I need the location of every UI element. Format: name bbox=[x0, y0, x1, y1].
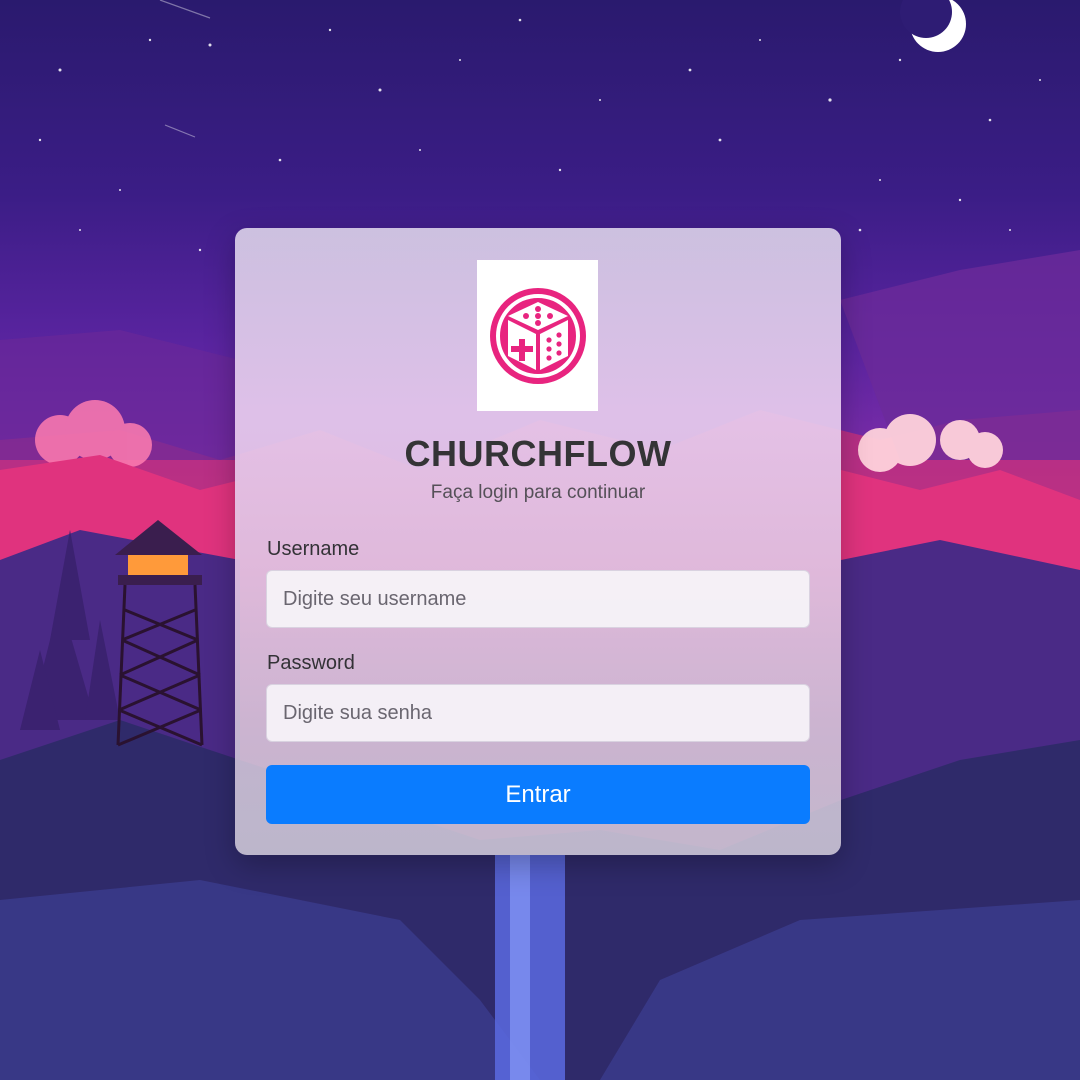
app-logo bbox=[477, 260, 598, 411]
username-input[interactable] bbox=[266, 570, 810, 628]
dice-plus-icon bbox=[489, 287, 586, 384]
crescent-moon-icon bbox=[900, 0, 966, 52]
password-label: Password bbox=[267, 652, 355, 674]
password-input[interactable] bbox=[266, 684, 810, 742]
login-button[interactable]: Entrar bbox=[266, 765, 810, 824]
username-label: Username bbox=[267, 538, 360, 560]
login-subtitle: Faça login para continuar bbox=[430, 482, 646, 503]
login-card: CHURCHFLOW Faça login para continuar Use… bbox=[235, 228, 841, 855]
app-title: CHURCHFLOW bbox=[404, 433, 672, 474]
